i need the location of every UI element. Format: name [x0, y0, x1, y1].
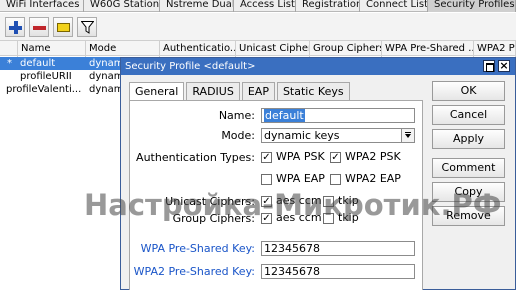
row-marker: * [7, 58, 12, 69]
tab-nstreme-dual[interactable]: Nstreme Dual [160, 0, 234, 12]
tab-radius[interactable]: RADIUS [186, 82, 240, 100]
name-label: Name: [218, 109, 255, 122]
unicast-tkip-checkbox[interactable] [323, 196, 334, 207]
tab-security-profiles[interactable]: Security Profiles [428, 0, 516, 12]
dialog-tabs: General RADIUS EAP Static Keys [129, 82, 352, 101]
close-button[interactable]: × [498, 60, 510, 72]
tab-registration[interactable]: Registration [296, 0, 360, 12]
comment-button[interactable] [53, 16, 73, 37]
column-marker [0, 41, 18, 57]
mode-value: dynamic keys [264, 129, 340, 142]
wpa-psk-key-label: WPA Pre-Shared Key: [140, 242, 255, 255]
column-authentication[interactable]: Authenticatio... [160, 41, 236, 57]
unicast-aes-label: aes ccm [276, 194, 322, 207]
close-icon: × [499, 59, 509, 72]
comment-button[interactable]: Comment [432, 158, 505, 178]
group-tkip-checkbox[interactable] [323, 213, 334, 224]
chevron-down-icon[interactable] [401, 129, 414, 142]
wpa2-psk-key-label: WPA2 Pre-Shared Key: [133, 265, 255, 278]
auth-types-label: Authentication Types: [136, 151, 255, 164]
wpa2-psk-label: WPA2 PSK [345, 150, 401, 163]
unicast-aes-checkbox[interactable]: ✓ [261, 196, 272, 207]
tab-wifi-interfaces[interactable]: WiFi Interfaces [0, 0, 84, 12]
wpa-eap-label: WPA EAP [276, 172, 325, 185]
tab-static-keys[interactable]: Static Keys [276, 82, 350, 100]
copy-button[interactable]: Copy [432, 182, 505, 202]
wpa2-psk-key-field[interactable]: 12345678 [261, 264, 415, 279]
unicast-tkip-label: tkip [338, 194, 359, 207]
wpa-psk-checkbox[interactable]: ✓ [261, 152, 272, 163]
wpa2-psk-checkbox[interactable]: ✓ [330, 152, 341, 163]
security-profile-dialog: Security Profile <default> × General RAD… [120, 57, 516, 290]
tab-eap[interactable]: EAP [241, 82, 275, 100]
toolbar [0, 13, 516, 40]
group-ciphers-label: Group Ciphers: [172, 212, 255, 225]
tab-general[interactable]: General [129, 82, 185, 101]
wpa-psk-label: WPA PSK [276, 150, 325, 163]
add-button[interactable] [5, 16, 25, 37]
remove-button[interactable] [29, 16, 49, 37]
remove-button[interactable]: Remove [432, 206, 505, 226]
general-panel: Name: default Mode: dynamic keys Authent… [129, 100, 423, 290]
dialog-title[interactable]: Security Profile <default> [121, 58, 515, 75]
wpa-psk-key-field[interactable]: 12345678 [261, 241, 415, 256]
remove-icon [33, 25, 46, 30]
tab-access-list[interactable]: Access List [234, 0, 296, 12]
mode-select[interactable]: dynamic keys [261, 128, 415, 143]
maximize-button[interactable] [483, 60, 495, 72]
filter-icon [81, 20, 94, 34]
cancel-button[interactable]: Cancel [432, 105, 505, 125]
wpa-eap-checkbox[interactable] [261, 174, 272, 185]
table-row[interactable]: profileValenti... dynami [0, 83, 130, 96]
group-tkip-label: tkip [338, 211, 359, 224]
row-name: default [20, 58, 56, 69]
name-value: default [264, 109, 305, 122]
list-header: Name Mode Authenticatio... Unicast Ciphe… [0, 40, 516, 57]
column-group-ciphers[interactable]: Group Ciphers [310, 41, 382, 57]
tab-connect-list[interactable]: Connect List [360, 0, 428, 12]
ok-button[interactable]: OK [432, 81, 505, 101]
apply-button[interactable]: Apply [432, 129, 505, 149]
wpa2-eap-checkbox[interactable] [330, 174, 341, 185]
row-name: profileValenti... [6, 84, 82, 95]
column-mode[interactable]: Mode [86, 41, 160, 57]
mode-label: Mode: [221, 129, 255, 142]
add-icon [9, 20, 22, 34]
column-wpa2-psk[interactable]: WPA2 Pr... [474, 41, 516, 57]
column-unicast-ciphers[interactable]: Unicast Ciphers [236, 41, 310, 57]
column-wpa-psk[interactable]: WPA Pre-Shared ... [382, 41, 474, 57]
top-tab-bar: WiFi Interfaces W60G Station Nstreme Dua… [0, 0, 516, 12]
name-field[interactable]: default [261, 108, 415, 123]
table-row[interactable]: profileURII dynami [0, 70, 130, 83]
comment-icon [57, 22, 70, 32]
group-aes-checkbox[interactable]: ✓ [261, 213, 272, 224]
filter-button[interactable] [77, 16, 97, 37]
tab-w60g-station[interactable]: W60G Station [84, 0, 160, 12]
unicast-ciphers-label: Unicast Ciphers: [165, 195, 255, 208]
winbox-window: WiFi Interfaces W60G Station Nstreme Dua… [0, 0, 516, 290]
wpa2-eap-label: WPA2 EAP [345, 172, 401, 185]
column-name[interactable]: Name [18, 41, 86, 57]
row-name: profileURII [20, 71, 72, 82]
group-aes-label: aes ccm [276, 211, 322, 224]
table-row[interactable]: * default dynami [0, 57, 130, 70]
